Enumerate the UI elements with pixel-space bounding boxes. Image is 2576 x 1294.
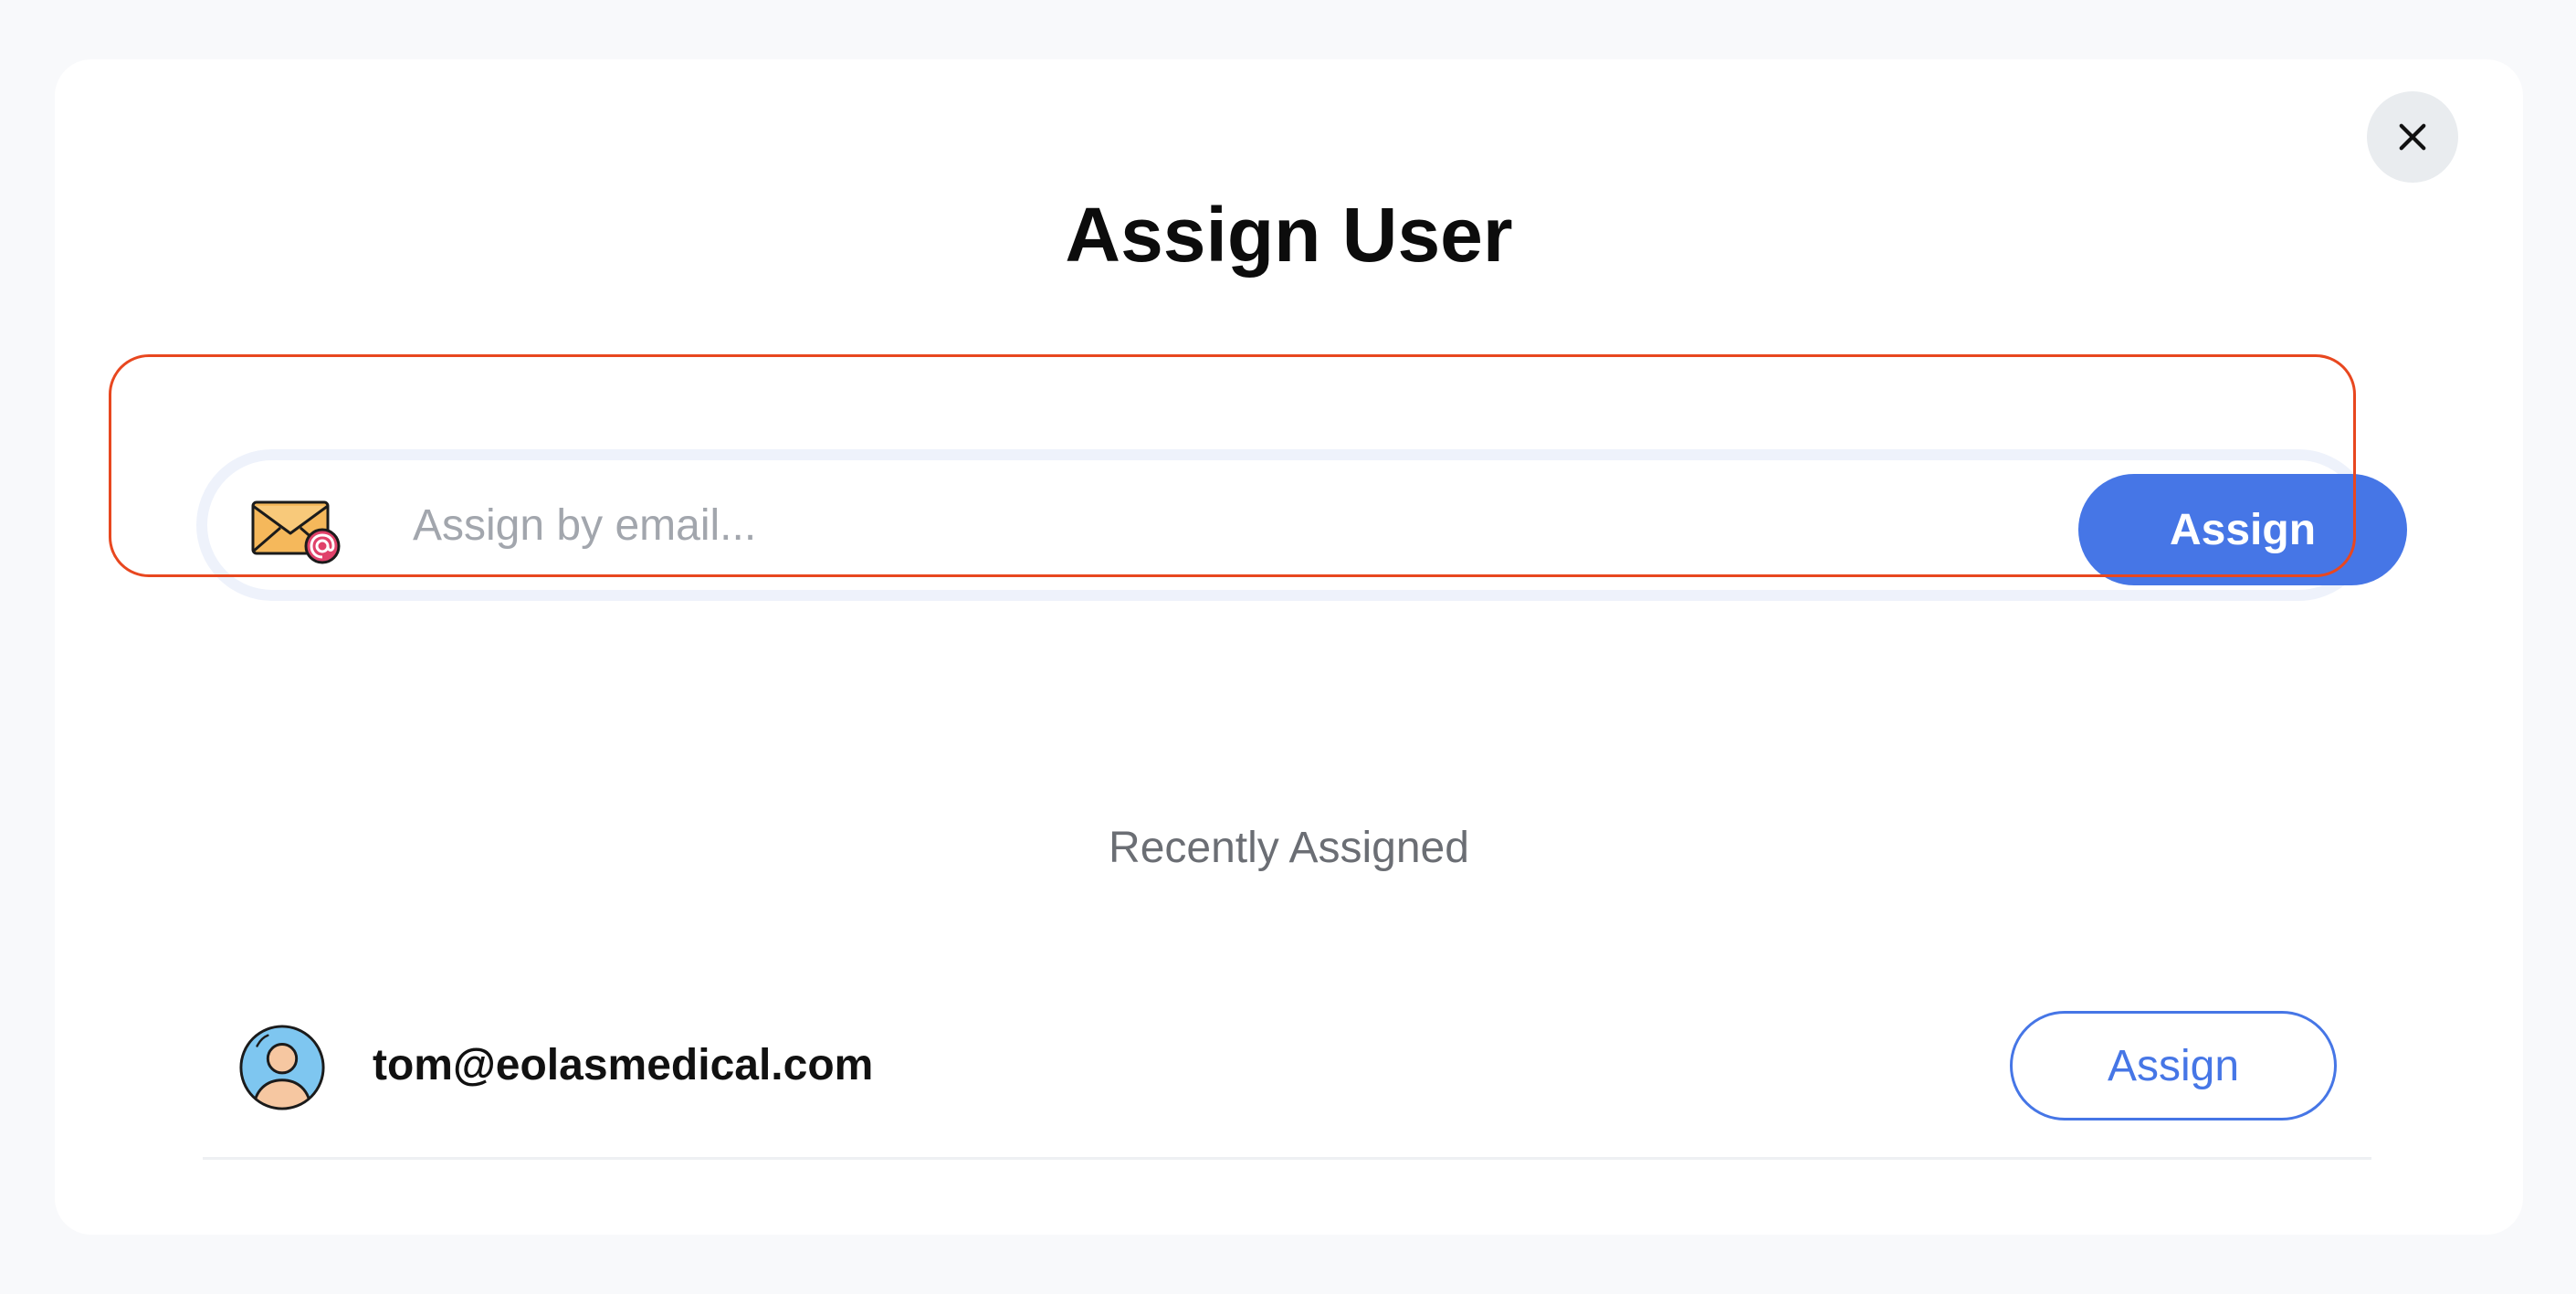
- user-avatar-icon: [239, 1025, 325, 1110]
- close-icon: [2399, 123, 2426, 151]
- recent-user-row: tom@eolasmedical.com Assign: [203, 973, 2371, 1160]
- modal-title: Assign User: [1065, 192, 1513, 278]
- close-button[interactable]: [2367, 91, 2458, 183]
- user-email: tom@eolasmedical.com: [373, 1041, 874, 1089]
- focus-highlight: [109, 354, 2356, 577]
- assign-user-button[interactable]: Assign: [2010, 1011, 2337, 1120]
- assign-user-modal: Assign User Assign Recently Assigned: [55, 59, 2523, 1235]
- recently-assigned-heading: Recently Assigned: [1109, 824, 1469, 872]
